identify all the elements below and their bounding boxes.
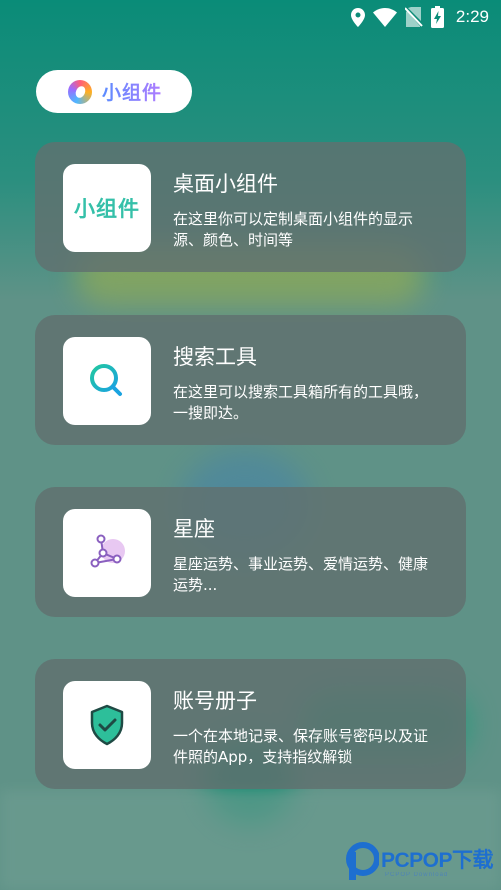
card-search-tool[interactable]: 搜索工具 在这里可以搜索工具箱所有的工具哦，一搜即达。 xyxy=(35,315,466,445)
card-title: 桌面小组件 xyxy=(173,172,278,196)
no-sim-icon xyxy=(404,7,423,27)
widget-header-label: 小组件 xyxy=(102,78,162,105)
constellation-icon xyxy=(63,509,151,597)
pcpop-watermark: PCPOP下载 PCPOP Download xyxy=(345,842,494,880)
pcpop-logo-icon xyxy=(345,842,380,880)
widget-logo-icon xyxy=(68,79,92,104)
battery-charging-icon xyxy=(430,6,444,28)
card-description: 一个在本地记录、保存账号密码以及证件照的App，支持指纹解锁 xyxy=(173,727,429,766)
shield-check-icon xyxy=(63,681,151,769)
card-desktop-widget[interactable]: 小组件 桌面小组件 在这里你可以定制桌面小组件的显示源、颜色、时间等 xyxy=(35,142,466,272)
card-description: 在这里可以搜索工具箱所有的工具哦，一搜即达。 xyxy=(173,383,429,422)
card-constellation[interactable]: 星座 星座运势、事业运势、爱情运势、健康运势... xyxy=(35,487,466,617)
status-bar: 2:29 xyxy=(0,0,501,34)
card-description: 星座运势、事业运势、爱情运势、健康运势... xyxy=(173,555,429,594)
card-title: 账号册子 xyxy=(173,689,257,713)
widget-icon-text: 小组件 xyxy=(74,197,140,221)
card-description: 在这里你可以定制桌面小组件的显示源、颜色、时间等 xyxy=(173,210,414,249)
card-title: 星座 xyxy=(173,517,215,541)
status-time: 2:29 xyxy=(455,7,489,26)
card-title: 搜索工具 xyxy=(173,345,257,369)
widget-header-pill[interactable]: 小组件 xyxy=(36,70,192,113)
search-icon xyxy=(63,337,151,425)
card-account-book[interactable]: 账号册子 一个在本地记录、保存账号密码以及证件照的App，支持指纹解锁 xyxy=(35,659,466,789)
location-icon xyxy=(350,7,365,27)
watermark-brand: PCPOP下载 xyxy=(381,849,494,872)
widget-text-icon: 小组件 xyxy=(63,164,151,252)
wifi-icon xyxy=(372,7,397,27)
watermark-sub: PCPOP Download xyxy=(385,872,449,878)
